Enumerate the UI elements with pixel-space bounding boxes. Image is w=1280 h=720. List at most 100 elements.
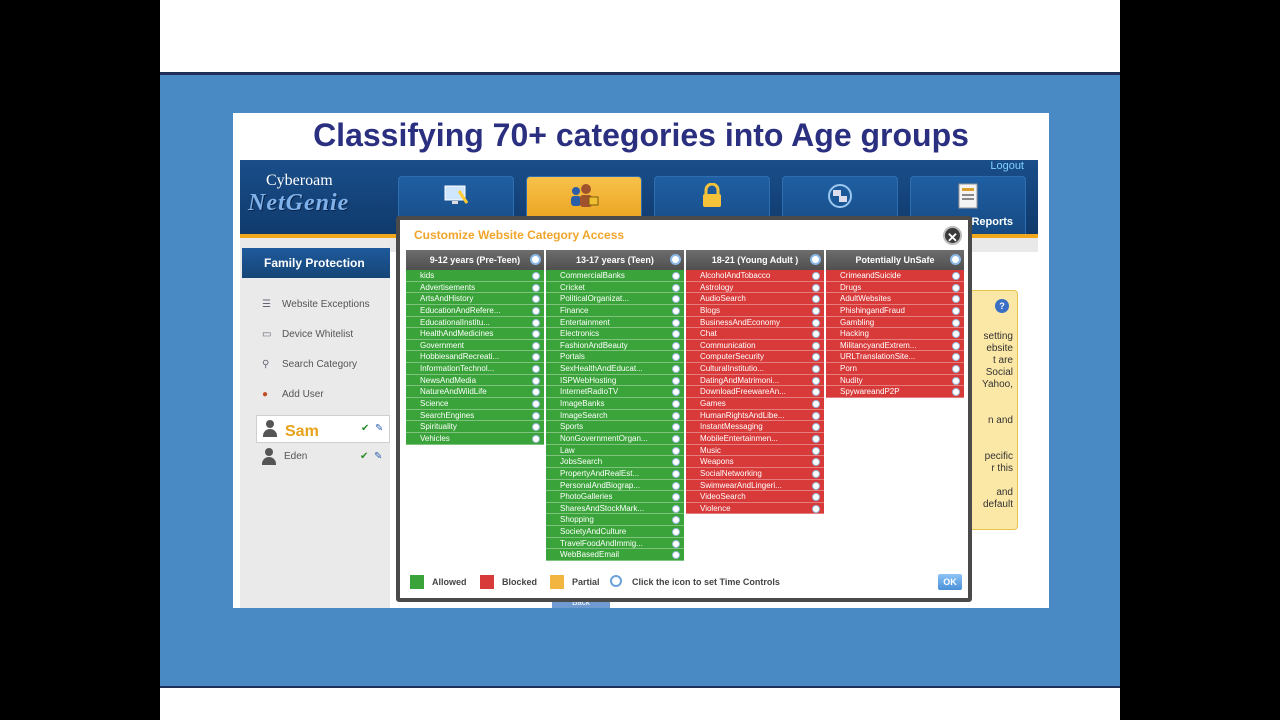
ok-button[interactable]: OK — [938, 574, 962, 590]
category-item[interactable]: CrimeandSuicide — [826, 270, 964, 282]
clock-icon[interactable] — [532, 295, 540, 304]
category-item[interactable]: AdultWebsites — [826, 293, 964, 305]
column-header[interactable]: 18-21 (Young Adult ) — [686, 250, 824, 270]
clock-icon[interactable] — [672, 400, 680, 409]
category-item[interactable]: PhotoGalleries — [546, 491, 684, 503]
category-item[interactable]: Science — [406, 398, 544, 410]
clock-icon[interactable] — [812, 446, 820, 455]
clock-icon[interactable] — [532, 318, 540, 327]
clock-icon[interactable] — [952, 318, 960, 327]
clock-icon[interactable] — [532, 423, 540, 432]
clock-icon[interactable] — [672, 306, 680, 315]
clock-icon[interactable] — [812, 469, 820, 478]
category-item[interactable]: ImageBanks — [546, 398, 684, 410]
column-header[interactable]: 13-17 years (Teen) — [546, 250, 684, 270]
clock-icon[interactable] — [812, 481, 820, 490]
category-item[interactable]: Violence — [686, 502, 824, 515]
category-item[interactable]: SwimwearAndLingeri... — [686, 479, 824, 492]
category-item[interactable]: HobbiesandRecreati... — [406, 351, 544, 364]
clock-icon[interactable] — [952, 388, 960, 397]
clock-icon[interactable] — [672, 272, 680, 280]
category-item[interactable]: InformationTechnol... — [406, 363, 544, 375]
category-item[interactable]: NewsAndMedia — [406, 374, 544, 387]
sidebar-item-add-user[interactable]: ● Add User — [262, 389, 324, 400]
category-item[interactable]: Astrology — [686, 281, 824, 294]
category-item[interactable]: MilitancyandExtrem... — [826, 339, 964, 352]
clock-icon[interactable] — [952, 330, 960, 339]
clock-icon[interactable] — [812, 388, 820, 397]
clock-icon[interactable] — [672, 528, 680, 537]
category-item[interactable]: Music — [686, 444, 824, 457]
clock-icon[interactable] — [812, 365, 820, 374]
clock-icon[interactable] — [812, 295, 820, 304]
clock-icon[interactable] — [672, 330, 680, 339]
sidebar-item-website-exceptions[interactable]: ☰ Website Exceptions — [262, 299, 370, 310]
clock-icon[interactable] — [672, 353, 680, 362]
clock-icon[interactable] — [672, 283, 680, 292]
category-item[interactable]: CommercialBanks — [546, 270, 684, 282]
clock-icon[interactable] — [812, 341, 820, 350]
clock-icon[interactable] — [952, 353, 960, 362]
clock-icon[interactable] — [672, 295, 680, 304]
category-item[interactable]: Games — [686, 398, 824, 410]
category-item[interactable]: JobsSearch — [546, 456, 684, 468]
sidebar-item-search-category[interactable]: ⚲ Search Category — [262, 359, 357, 370]
edit-user-icon[interactable]: ✎ — [375, 423, 383, 434]
category-item[interactable]: InstantMessaging — [686, 421, 824, 433]
category-item[interactable]: ISPWebHosting — [546, 374, 684, 387]
clock-icon[interactable] — [532, 365, 540, 374]
sidebar-item-device-whitelist[interactable]: ▭ Device Whitelist — [262, 329, 353, 340]
clock-icon[interactable] — [672, 365, 680, 374]
user-row-sam[interactable]: Sam ✔ ✎ — [256, 415, 390, 443]
clock-icon[interactable] — [812, 423, 820, 432]
close-icon[interactable]: ✕ — [943, 226, 962, 245]
category-item[interactable]: InternetRadioTV — [546, 386, 684, 399]
check-icon[interactable]: ✔ — [360, 451, 368, 462]
category-item[interactable]: SocialNetworking — [686, 467, 824, 480]
category-item[interactable]: SharesAndStockMark... — [546, 502, 684, 515]
category-item[interactable]: Nudity — [826, 374, 964, 387]
clock-icon[interactable] — [952, 295, 960, 304]
clock-icon[interactable] — [672, 493, 680, 502]
column-header[interactable]: 9-12 years (Pre-Teen) — [406, 250, 544, 270]
category-item[interactable]: Shopping — [546, 514, 684, 527]
column-header[interactable]: Potentially UnSafe — [826, 250, 964, 270]
category-item[interactable]: MobileEntertainmen... — [686, 432, 824, 445]
clock-icon[interactable] — [672, 388, 680, 397]
category-item[interactable]: ComputerSecurity — [686, 351, 824, 364]
category-item[interactable]: AlcoholAndTobacco — [686, 270, 824, 282]
clock-icon[interactable] — [812, 493, 820, 502]
category-item[interactable]: Hacking — [826, 328, 964, 340]
category-item[interactable]: HumanRightsAndLibe... — [686, 409, 824, 422]
category-item[interactable]: Electronics — [546, 328, 684, 340]
clock-icon[interactable] — [530, 254, 541, 265]
clock-icon[interactable] — [952, 283, 960, 292]
clock-icon[interactable] — [812, 376, 820, 385]
clock-icon[interactable] — [532, 283, 540, 292]
clock-icon[interactable] — [532, 330, 540, 339]
clock-icon[interactable] — [812, 318, 820, 327]
category-item[interactable]: Chat — [686, 328, 824, 340]
clock-icon[interactable] — [670, 254, 681, 265]
logout-link[interactable]: Logout — [990, 160, 1024, 172]
clock-icon[interactable] — [672, 539, 680, 548]
category-item[interactable]: Entertainment — [546, 316, 684, 329]
category-item[interactable]: NatureAndWildLife — [406, 386, 544, 399]
clock-icon[interactable] — [812, 411, 820, 420]
clock-icon[interactable] — [532, 376, 540, 385]
clock-icon[interactable] — [672, 341, 680, 350]
clock-icon[interactable] — [812, 283, 820, 292]
category-item[interactable]: Vehicles — [406, 432, 544, 445]
clock-icon[interactable] — [532, 306, 540, 315]
category-item[interactable]: Drugs — [826, 281, 964, 294]
category-item[interactable]: ArtsAndHistory — [406, 293, 544, 305]
clock-icon[interactable] — [672, 376, 680, 385]
category-item[interactable]: SpywareandP2P — [826, 386, 964, 399]
clock-icon[interactable] — [812, 458, 820, 467]
category-item[interactable]: WebBasedEmail — [546, 549, 684, 562]
category-item[interactable]: Portals — [546, 351, 684, 364]
clock-icon[interactable] — [672, 469, 680, 478]
category-item[interactable]: Law — [546, 444, 684, 457]
category-item[interactable]: CulturalInstitutio... — [686, 363, 824, 375]
category-item[interactable]: NonGovernmentOrgan... — [546, 432, 684, 445]
